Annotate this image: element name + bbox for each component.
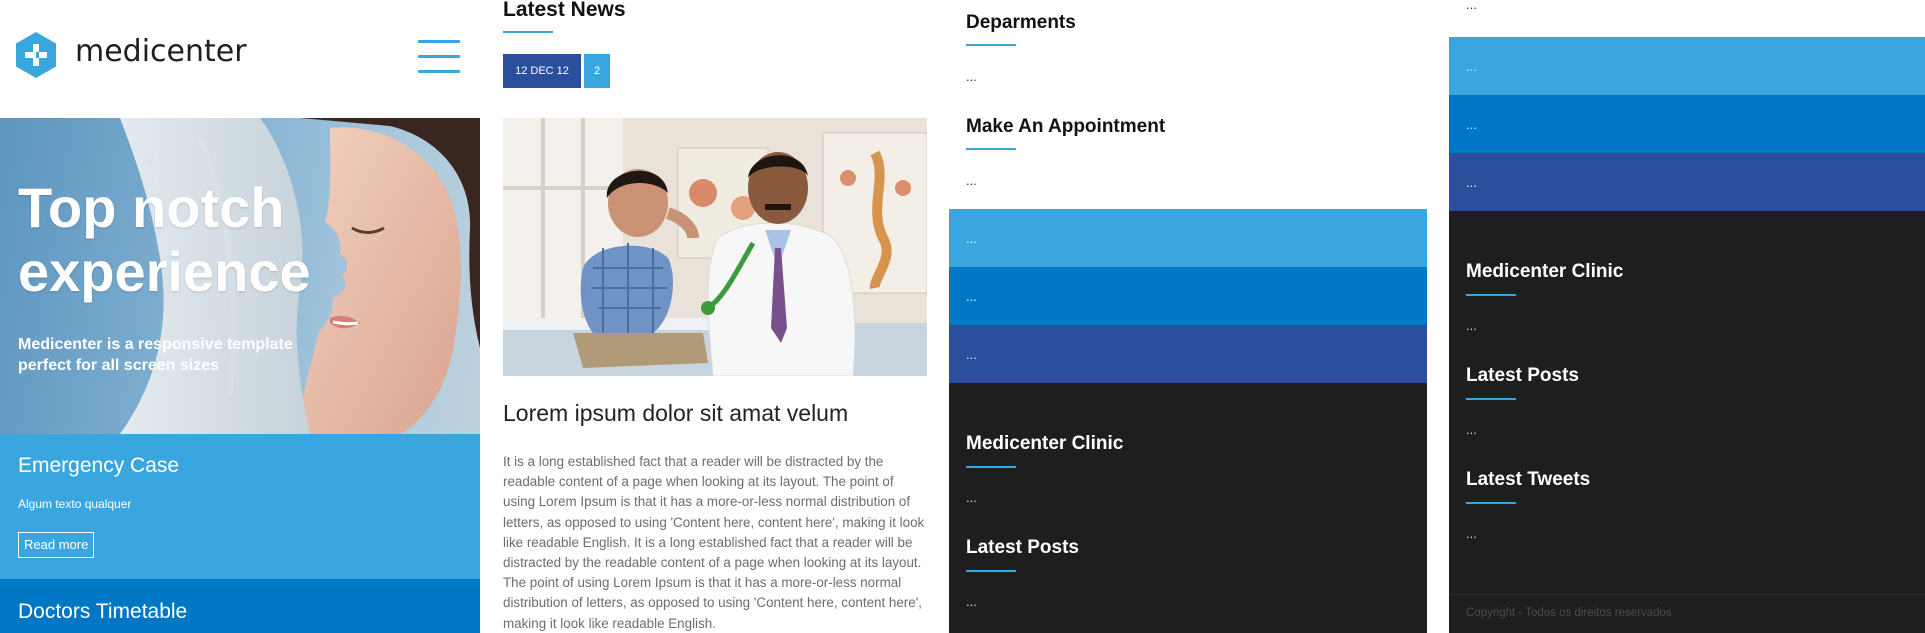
comment-count-badge[interactable]: 2 (584, 54, 610, 88)
copyright-text: Copyright - Todos os direitos reservados (1466, 607, 1672, 619)
heading-underline (503, 31, 553, 33)
accent-band-dark[interactable]: ... (1449, 153, 1925, 211)
top-placeholder: ... (1466, 0, 1477, 12)
footer-area: Medicenter Clinic ... Latest Posts ... (949, 383, 1427, 633)
heading-underline (1466, 398, 1516, 400)
hero-title: Top notch experience (18, 176, 311, 303)
news-body: It is a long established fact that a rea… (503, 454, 925, 631)
doctors-timetable-title: Doctors Timetable (18, 600, 188, 623)
emergency-case-text: Algum texto qualquer (18, 497, 132, 511)
band-placeholder: ... (1466, 59, 1477, 74)
latest-posts-placeholder: ... (1466, 422, 1477, 437)
hero-subtitle: Medicenter is a responsive template perf… (18, 336, 293, 374)
emergency-case-box: Emergency Case Algum texto qualquer Read… (0, 434, 480, 579)
clinic-heading: Medicenter Clinic (1466, 261, 1624, 282)
appointment-heading: Make An Appointment (966, 116, 1166, 137)
accent-band-mid[interactable]: ... (949, 267, 1427, 325)
latest-posts-placeholder: ... (966, 594, 977, 609)
heading-underline (1466, 502, 1516, 504)
news-image[interactable] (503, 118, 927, 376)
heading-underline (1466, 294, 1516, 296)
heading-underline (966, 44, 1016, 46)
site-header: medicenter (0, 0, 480, 118)
footer-area: Medicenter Clinic ... Latest Posts ... L… (1449, 211, 1925, 633)
band-placeholder: ... (1466, 175, 1477, 190)
heading-underline (966, 466, 1016, 468)
band-placeholder: ... (966, 347, 977, 362)
latest-news-panel: Latest News 12 DEC 12 2 Lorem ipsum dolo… (503, 0, 927, 633)
date-badge: 12 DEC 12 (503, 54, 581, 88)
band-placeholder: ... (966, 289, 977, 304)
heading-underline (966, 148, 1016, 150)
appointment-placeholder: ... (966, 173, 977, 188)
accent-band-mid[interactable]: ... (1449, 95, 1925, 153)
emergency-case-title: Emergency Case (18, 454, 180, 477)
footer-divider (1449, 594, 1925, 595)
doctor-child-photo (503, 118, 927, 376)
sidebar-panel-b: ... ... ... ... Medicenter Clinic ... La… (1449, 0, 1925, 633)
read-more-button[interactable]: Read more (18, 532, 95, 558)
latest-posts-heading: Latest Posts (966, 537, 1079, 558)
hamburger-menu-icon[interactable] (418, 40, 460, 74)
mobile-home-panel: medicenter Top notch experience Medicent… (0, 0, 480, 633)
hero-banner: Top notch experience Medicenter is a res… (0, 118, 480, 434)
clinic-heading: Medicenter Clinic (966, 433, 1124, 454)
accent-band-light[interactable]: ... (949, 209, 1427, 267)
band-placeholder: ... (966, 231, 977, 246)
latest-posts-heading: Latest Posts (1466, 365, 1579, 386)
accent-band-light[interactable]: ... (1449, 37, 1925, 95)
news-title[interactable]: Lorem ipsum dolor sit amat velum (503, 400, 848, 427)
plus-hexagon-icon (16, 32, 56, 78)
departments-heading: Deparments (966, 12, 1076, 33)
clinic-placeholder: ... (966, 490, 977, 505)
band-placeholder: ... (1466, 117, 1477, 132)
logo-text[interactable]: medicenter (75, 34, 247, 69)
heading-underline (966, 570, 1016, 572)
sidebar-panel-a: Deparments ... Make An Appointment ... .… (949, 0, 1427, 633)
latest-tweets-placeholder: ... (1466, 526, 1477, 541)
doctors-timetable-box[interactable]: Doctors Timetable (0, 579, 480, 633)
departments-placeholder: ... (966, 69, 977, 84)
accent-band-dark[interactable]: ... (949, 325, 1427, 383)
clinic-placeholder: ... (1466, 318, 1477, 333)
latest-tweets-heading: Latest Tweets (1466, 469, 1591, 490)
latest-news-heading: Latest News (503, 0, 626, 21)
